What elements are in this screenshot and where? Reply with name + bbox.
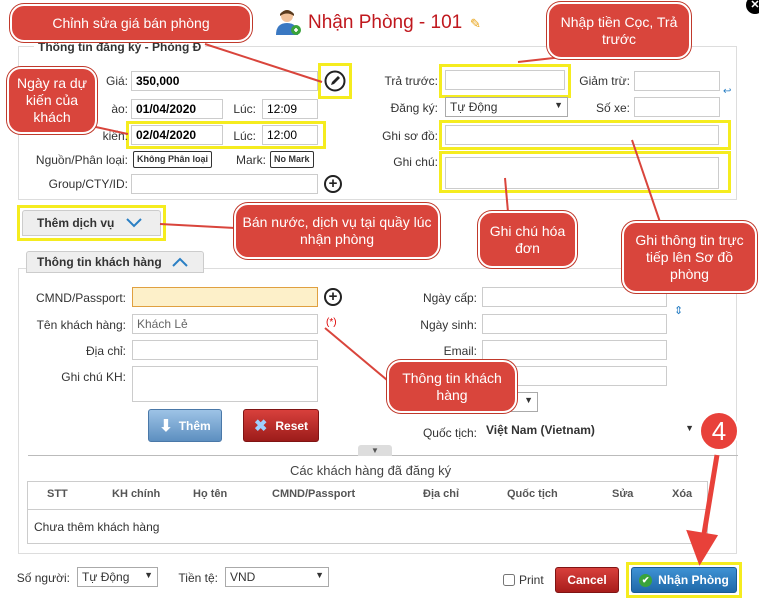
step-badge: 4 xyxy=(699,411,739,451)
edit-price-callout: Chỉnh sửa giá bán phòng xyxy=(10,4,252,42)
checkout-callout: Ngày ra dự kiến của khách xyxy=(7,67,97,134)
invoice-note-callout: Ghi chú hóa đơn xyxy=(478,211,577,268)
map-note-callout: Ghi thông tin trực tiếp lên Sơ đồ phòng xyxy=(622,221,757,293)
deposit-callout: Nhập tiền Cọc, Trả trước xyxy=(547,2,691,59)
customer-info-callout: Thông tin khách hàng xyxy=(387,360,517,413)
annotation-arrows xyxy=(81,43,720,566)
services-callout: Bán nước, dịch vụ tại quầy lúc nhận phòn… xyxy=(234,203,440,259)
